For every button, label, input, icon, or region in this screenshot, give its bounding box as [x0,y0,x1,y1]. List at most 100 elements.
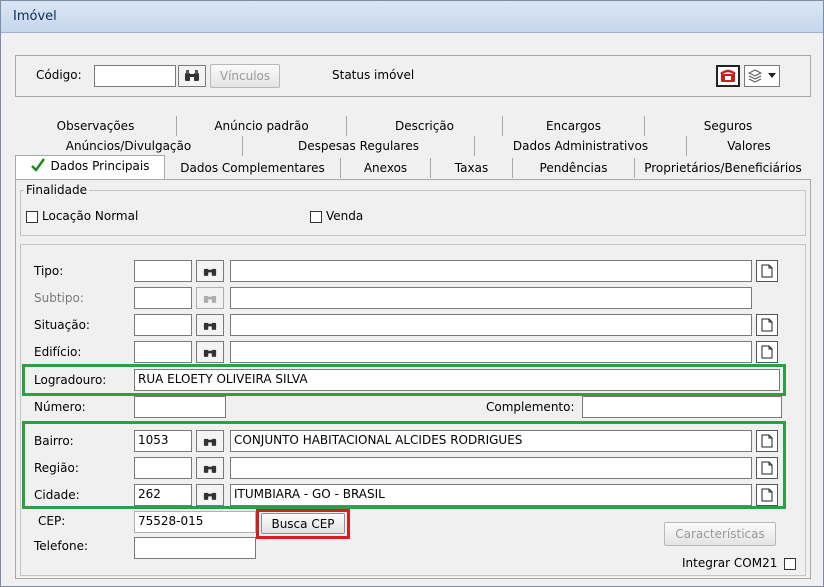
binoculars-icon [203,322,217,330]
tab-seguros[interactable]: Seguros [645,116,811,136]
bairro-desc-input[interactable]: CONJUNTO HABITACIONAL ALCIDES RODRIGUES [230,430,752,452]
tab-proprietarios-beneficiarios[interactable]: Proprietários/Beneficiários [635,158,811,178]
tab-dados-principais-label: Dados Principais [50,159,150,173]
finalidade-legend: Finalidade [24,183,89,197]
regiao-label: Região: [34,461,79,475]
binoculars-icon [203,492,217,500]
check-icon [31,158,46,172]
cidade-search-button[interactable] [196,484,224,506]
tab-row-1: Observações Anúncio padrão Descrição Enc… [15,116,811,136]
edificio-desc-input[interactable] [230,341,752,363]
imovel-window: Imóvel Código: Vínculos Status imóvel Ob… [0,0,824,587]
layers-icon [748,69,762,83]
caracteristicas-button[interactable]: Características [664,522,776,546]
dados-principais-page: Finalidade Locação Normal Venda Tipo: Su… [15,179,811,579]
situacao-code-input[interactable] [134,314,192,336]
venda-checkbox[interactable] [310,211,322,223]
situacao-desc-input[interactable] [230,314,752,336]
edificio-code-input[interactable] [134,341,192,363]
phone-button[interactable] [716,65,740,87]
cep-input[interactable]: 75528-015 [134,511,256,533]
chevron-down-icon [768,73,776,78]
subtipo-code-input[interactable] [134,287,192,309]
situacao-search-button[interactable] [196,314,224,336]
tipo-doc-button[interactable] [756,260,778,282]
tab-descricao[interactable]: Descrição [347,116,503,136]
tab-pendencias[interactable]: Pendências [513,158,635,178]
edificio-doc-button[interactable] [756,341,778,363]
regiao-desc-input[interactable] [230,457,752,479]
bairro-label: Bairro: [34,434,74,448]
subtipo-desc-input[interactable] [230,287,752,309]
edificio-label: Edifício: [34,345,82,359]
integrar-com21-checkbox[interactable] [784,558,796,570]
integrar-com21-label: Integrar COM21 [682,556,778,570]
subtipo-search-button[interactable] [196,287,224,309]
phone-icon [720,69,736,82]
regiao-code-input[interactable] [134,457,192,479]
logradouro-label: Logradouro: [34,373,107,387]
binoculars-icon [203,465,217,473]
regiao-search-button[interactable] [196,457,224,479]
top-panel: Código: Vínculos Status imóvel [15,55,811,97]
subtipo-label: Subtipo: [34,291,84,305]
binoculars-icon [203,438,217,446]
binoculars-icon [203,268,217,276]
search-codigo-button[interactable] [178,65,206,87]
edificio-search-button[interactable] [196,341,224,363]
document-icon [761,434,773,448]
binoculars-icon [203,349,217,357]
busca-cep-button[interactable]: Busca CEP [261,513,345,534]
tipo-desc-input[interactable] [230,260,752,282]
situacao-label: Situação: [34,318,90,332]
complemento-label: Complemento: [486,400,575,414]
codigo-label: Código: [36,68,82,82]
numero-input[interactable] [134,396,226,418]
telefone-input[interactable] [134,537,256,559]
bairro-code-input[interactable]: 1053 [134,430,192,452]
cidade-doc-button[interactable] [756,484,778,506]
telefone-label: Telefone: [34,539,88,553]
title-bar: Imóvel [1,1,823,33]
numero-label: Número: [34,400,86,414]
tab-valores[interactable]: Valores [687,136,811,156]
tab-dados-administrativos[interactable]: Dados Administrativos [475,136,687,156]
complemento-input[interactable] [582,396,782,418]
vinculos-button[interactable]: Vínculos [210,64,280,88]
bairro-search-button[interactable] [196,430,224,452]
document-icon [761,488,773,502]
tab-anexos[interactable]: Anexos [341,158,431,178]
venda-label: Venda [326,209,364,223]
tab-despesas-regulares[interactable]: Despesas Regulares [243,136,475,156]
tab-row-2: Anúncios/Divulgação Despesas Regulares D… [15,136,811,156]
regiao-doc-button[interactable] [756,457,778,479]
binoculars-icon [185,70,199,81]
document-icon [761,461,773,475]
bairro-doc-button[interactable] [756,430,778,452]
tab-dados-principais[interactable]: Dados Principais [15,155,165,179]
window-title: Imóvel [13,9,57,24]
locacao-normal-checkbox[interactable] [26,211,38,223]
tab-anuncio-padrao[interactable]: Anúncio padrão [177,116,347,136]
tab-row-3: Dados Principais Dados Complementares An… [15,155,811,179]
status-imovel-label: Status imóvel [332,68,415,82]
situacao-doc-button[interactable] [756,314,778,336]
cep-label: CEP: [38,514,66,528]
document-icon [761,318,773,332]
codigo-input[interactable] [94,65,176,87]
tab-encargos[interactable]: Encargos [503,116,645,136]
layers-dropdown-button[interactable] [744,65,780,87]
cidade-desc-input[interactable]: ITUMBIARA - GO - BRASIL [230,484,752,506]
tipo-code-input[interactable] [134,260,192,282]
tipo-label: Tipo: [34,264,64,278]
document-icon [761,345,773,359]
tab-taxas[interactable]: Taxas [431,158,513,178]
tab-observacoes[interactable]: Observações [15,116,177,136]
logradouro-input[interactable]: RUA ELOETY OLIVEIRA SILVA [134,369,780,391]
cidade-label: Cidade: [34,488,80,502]
cidade-code-input[interactable]: 262 [134,484,192,506]
locacao-normal-label: Locação Normal [42,209,139,223]
tab-dados-complementares[interactable]: Dados Complementares [165,158,341,178]
tab-anuncios-divulgacao[interactable]: Anúncios/Divulgação [15,136,243,156]
tipo-search-button[interactable] [196,260,224,282]
